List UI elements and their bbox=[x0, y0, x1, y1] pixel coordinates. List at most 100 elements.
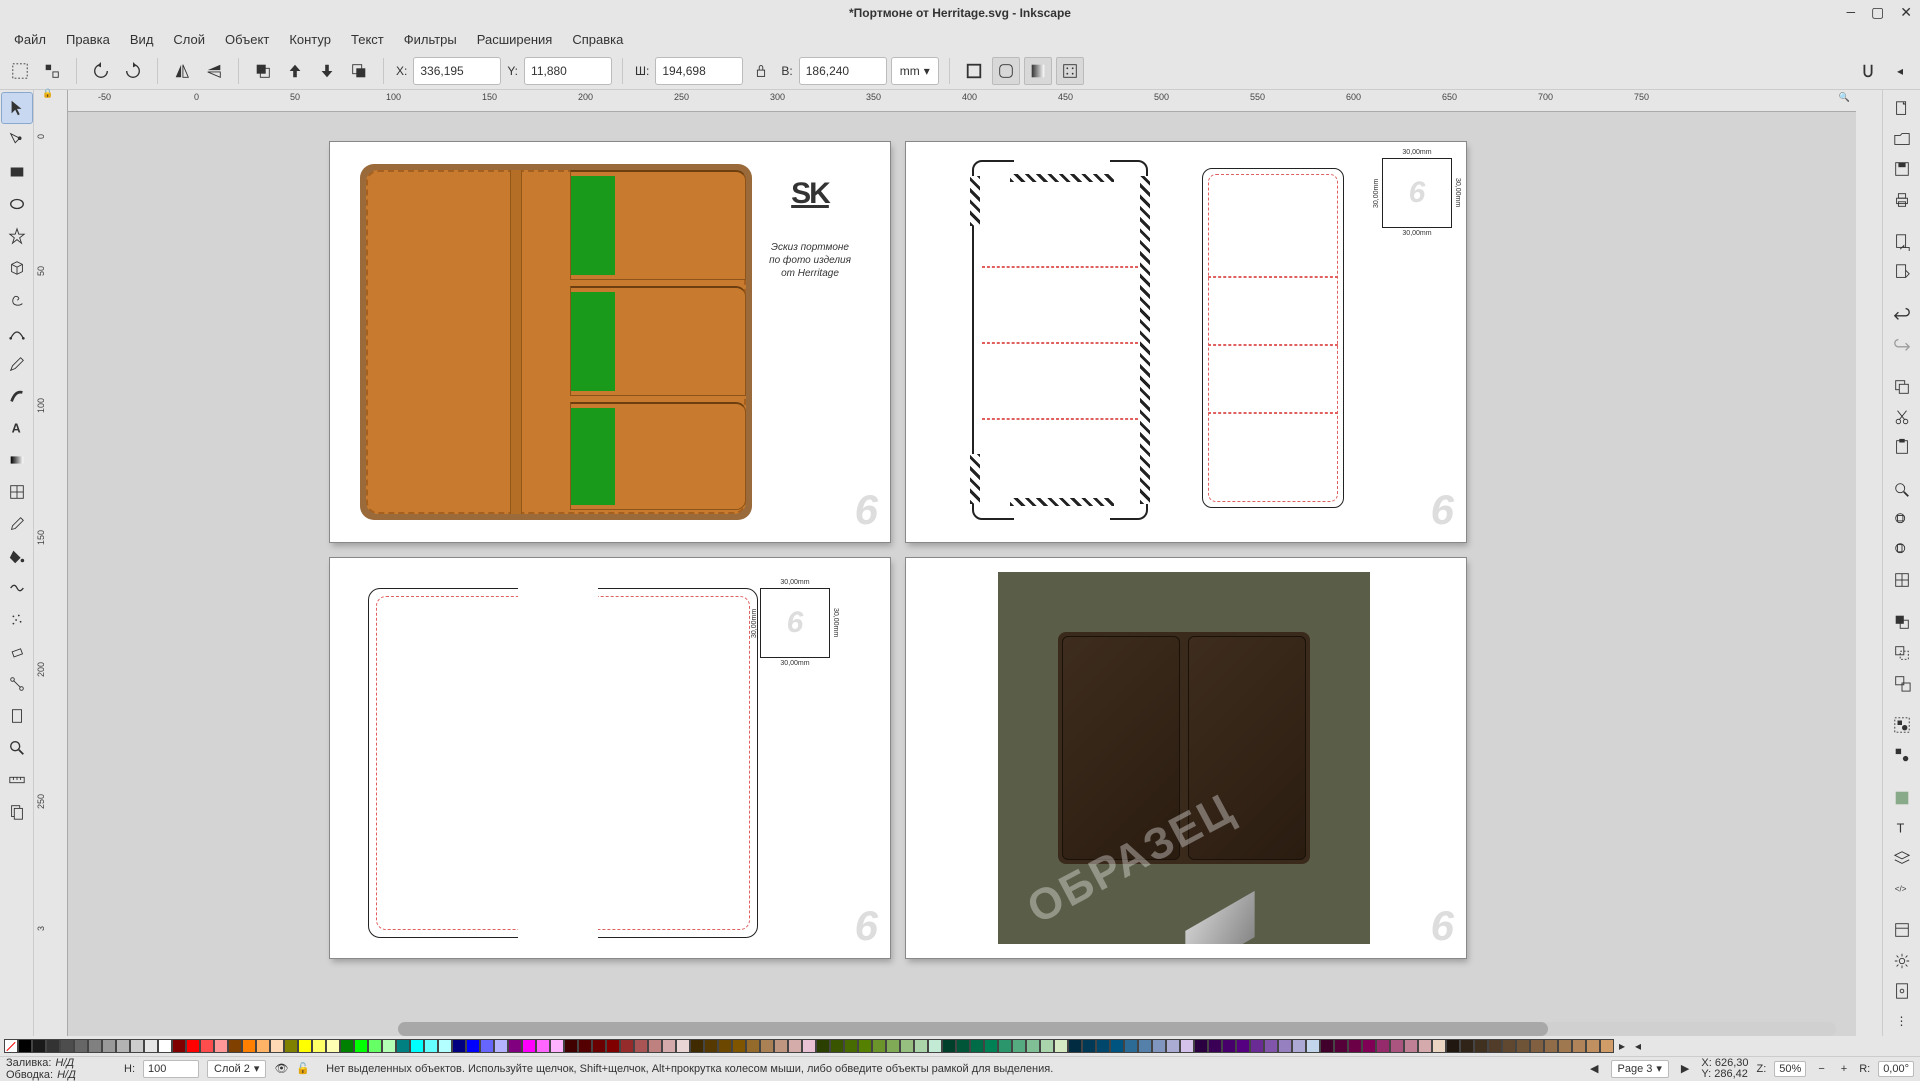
swatch[interactable] bbox=[1306, 1039, 1320, 1053]
swatch[interactable] bbox=[382, 1039, 396, 1053]
fill-stroke-indicator[interactable]: Заливка:Н/Д Обводка:Н/Д bbox=[6, 1057, 116, 1081]
zoom-tool[interactable] bbox=[2, 733, 32, 763]
swatch[interactable] bbox=[1348, 1039, 1362, 1053]
swatch[interactable] bbox=[1180, 1039, 1194, 1053]
swatch[interactable] bbox=[144, 1039, 158, 1053]
swatch[interactable] bbox=[508, 1039, 522, 1053]
unlink-clone-button[interactable] bbox=[1887, 670, 1917, 696]
menu-extensions[interactable]: Расширения bbox=[467, 28, 563, 51]
swatch[interactable] bbox=[704, 1039, 718, 1053]
unit-select[interactable]: mm▾ bbox=[891, 57, 939, 85]
measure-tool[interactable] bbox=[2, 765, 32, 795]
horizontal-scrollbar[interactable] bbox=[398, 1022, 1836, 1036]
pattern-piece-a[interactable] bbox=[972, 160, 1148, 520]
swatch[interactable] bbox=[550, 1039, 564, 1053]
swatch[interactable] bbox=[298, 1039, 312, 1053]
swatch[interactable] bbox=[284, 1039, 298, 1053]
raise-top-button[interactable] bbox=[249, 57, 277, 85]
menu-text[interactable]: Текст bbox=[341, 28, 394, 51]
swatch[interactable] bbox=[1446, 1039, 1460, 1053]
vertical-ruler[interactable]: 🔒 0501001502002503 bbox=[34, 90, 68, 1036]
swatch[interactable] bbox=[1194, 1039, 1208, 1053]
swatch[interactable] bbox=[1040, 1039, 1054, 1053]
swatch[interactable] bbox=[396, 1039, 410, 1053]
swatch[interactable] bbox=[1208, 1039, 1222, 1053]
bezier-tool[interactable] bbox=[2, 317, 32, 347]
zoom-drawing-button[interactable] bbox=[1887, 507, 1917, 533]
swatch[interactable] bbox=[228, 1039, 242, 1053]
text-tool[interactable]: A bbox=[2, 413, 32, 443]
layer-selector[interactable]: Слой 2▾ bbox=[207, 1060, 266, 1078]
swatch[interactable] bbox=[1096, 1039, 1110, 1053]
swatch[interactable] bbox=[522, 1039, 536, 1053]
flip-vertical-button[interactable] bbox=[200, 57, 228, 85]
swatch[interactable] bbox=[18, 1039, 32, 1053]
swatch[interactable] bbox=[1110, 1039, 1124, 1053]
snap-toggle-button[interactable] bbox=[1854, 57, 1882, 85]
redo-button[interactable] bbox=[1887, 332, 1917, 358]
swatch[interactable] bbox=[1516, 1039, 1530, 1053]
swatch[interactable] bbox=[1152, 1039, 1166, 1053]
swatch[interactable] bbox=[578, 1039, 592, 1053]
tweak-tool[interactable] bbox=[2, 573, 32, 603]
swatch[interactable] bbox=[928, 1039, 942, 1053]
swatch[interactable] bbox=[872, 1039, 886, 1053]
save-button[interactable] bbox=[1887, 156, 1917, 182]
paintbucket-tool[interactable] bbox=[2, 541, 32, 571]
clone-button[interactable] bbox=[1887, 640, 1917, 666]
menu-path[interactable]: Контур bbox=[279, 28, 341, 51]
swatch[interactable] bbox=[788, 1039, 802, 1053]
swatch[interactable] bbox=[130, 1039, 144, 1053]
swatch[interactable] bbox=[1376, 1039, 1390, 1053]
paste-button[interactable] bbox=[1887, 434, 1917, 460]
swatch[interactable] bbox=[46, 1039, 60, 1053]
ellipse-tool[interactable] bbox=[2, 189, 32, 219]
swatch[interactable] bbox=[354, 1039, 368, 1053]
pattern-piece-b[interactable] bbox=[1202, 168, 1344, 508]
swatch[interactable] bbox=[1068, 1039, 1082, 1053]
menu-filters[interactable]: Фильтры bbox=[394, 28, 467, 51]
color-palette[interactable]: ▸◂ bbox=[0, 1036, 1920, 1056]
swatch[interactable] bbox=[1082, 1039, 1096, 1053]
swatch[interactable] bbox=[620, 1039, 634, 1053]
swatch[interactable] bbox=[886, 1039, 900, 1053]
undo-button[interactable] bbox=[1887, 301, 1917, 327]
pattern-piece-main[interactable] bbox=[368, 588, 758, 938]
swatch[interactable] bbox=[32, 1039, 46, 1053]
page-next-button[interactable]: ▶ bbox=[1677, 1062, 1693, 1075]
dropper-tool[interactable] bbox=[2, 509, 32, 539]
transform-corners-button[interactable] bbox=[992, 57, 1020, 85]
swatch[interactable] bbox=[970, 1039, 984, 1053]
minimize-button[interactable]: — bbox=[1843, 5, 1859, 21]
swatch[interactable] bbox=[942, 1039, 956, 1053]
menu-edit[interactable]: Правка bbox=[56, 28, 120, 51]
zoom-center-button[interactable] bbox=[1887, 567, 1917, 593]
swatch[interactable] bbox=[1586, 1039, 1600, 1053]
swatch[interactable] bbox=[1320, 1039, 1334, 1053]
swatch[interactable] bbox=[256, 1039, 270, 1053]
swatch[interactable] bbox=[1474, 1039, 1488, 1053]
page-selector[interactable]: Page 3▾ bbox=[1611, 1060, 1669, 1078]
layers-dialog-button[interactable] bbox=[1887, 845, 1917, 871]
swatch[interactable] bbox=[564, 1039, 578, 1053]
swatch[interactable] bbox=[158, 1039, 172, 1053]
palette-scroll-right[interactable]: ▸ bbox=[1614, 1039, 1630, 1053]
swatch[interactable] bbox=[634, 1039, 648, 1053]
selectors-dialog-button[interactable] bbox=[1887, 917, 1917, 943]
raise-button[interactable] bbox=[281, 57, 309, 85]
canvas-search-icon[interactable]: 🔍 bbox=[1839, 92, 1850, 103]
snap-options-button[interactable]: ◂ bbox=[1886, 57, 1914, 85]
swatch[interactable] bbox=[690, 1039, 704, 1053]
menu-layer[interactable]: Слой bbox=[163, 28, 215, 51]
vertical-scrollbar-area[interactable] bbox=[1856, 90, 1882, 1036]
canvas[interactable]: SK Эскиз портмоне по фото изделия от Her… bbox=[68, 112, 1856, 1036]
h-input[interactable]: 186,240 bbox=[799, 57, 887, 85]
menu-object[interactable]: Объект bbox=[215, 28, 279, 51]
close-button[interactable]: ✕ bbox=[1896, 5, 1916, 22]
swatch[interactable] bbox=[74, 1039, 88, 1053]
dimension-box-p3[interactable]: 30,00mm 30,00mm 30,00mm 30,00mm 6 bbox=[760, 588, 830, 658]
swatch[interactable] bbox=[844, 1039, 858, 1053]
docprops-button[interactable] bbox=[1887, 978, 1917, 1004]
swatch[interactable] bbox=[774, 1039, 788, 1053]
horizontal-ruler[interactable]: 🔍 -5005010015020025030035040045050055060… bbox=[68, 90, 1856, 112]
